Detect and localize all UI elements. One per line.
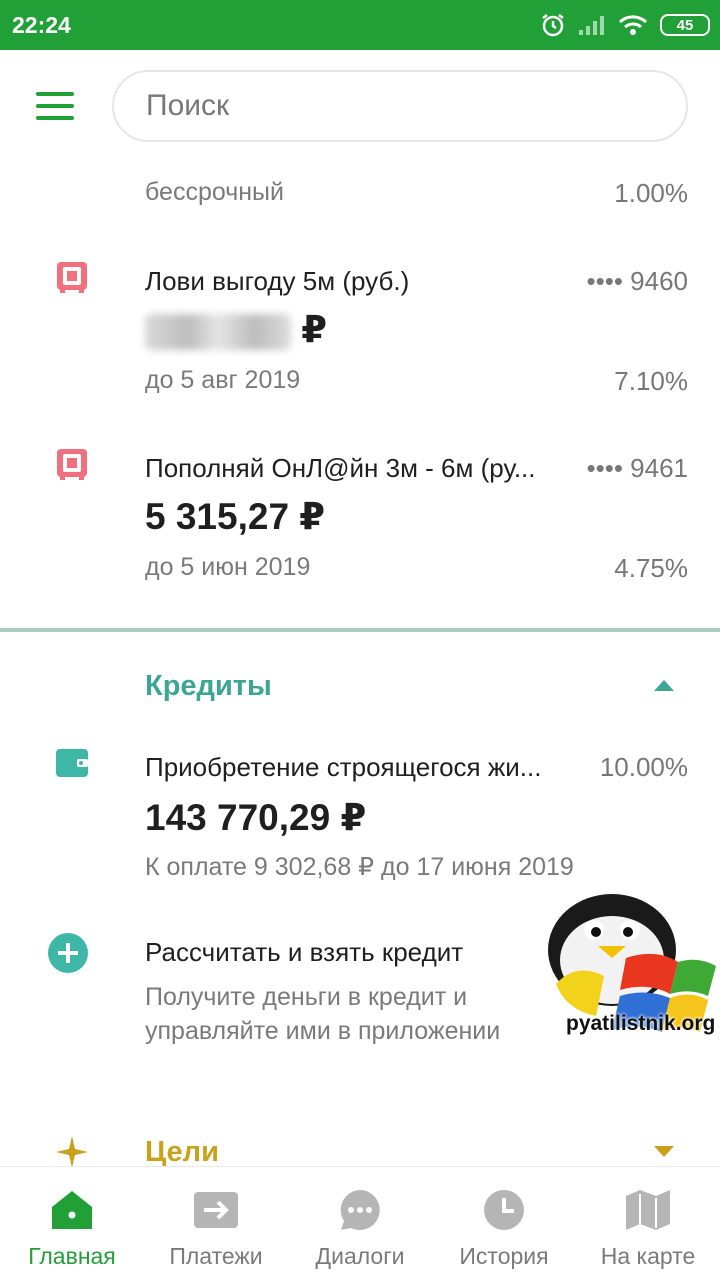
watermark-text: pyatilistnik.org bbox=[566, 1012, 716, 1035]
battery-level: 45 bbox=[676, 16, 694, 34]
deposit-rate: 1.00% bbox=[614, 178, 688, 208]
sparkle-icon bbox=[56, 1136, 88, 1168]
deposit-card-number: •••• 9461 bbox=[586, 453, 688, 483]
deposit-name: Пополняй ОнЛ@йн 3м - 6м (ру... bbox=[145, 453, 536, 483]
credit-name: Приобретение строящегося жи... bbox=[145, 752, 542, 782]
deposit-safe-icon bbox=[57, 449, 87, 480]
deposit-amount: ₽ bbox=[145, 308, 327, 351]
payments-icon bbox=[194, 1192, 238, 1228]
deposit-card-number: •••• 9460 bbox=[586, 266, 688, 296]
menu-button[interactable] bbox=[36, 92, 76, 122]
alarm-icon bbox=[542, 14, 564, 37]
bottom-nav: Главная Платежи Диалоги История На карте bbox=[0, 1166, 720, 1280]
home-icon bbox=[52, 1191, 92, 1229]
deposit-row[interactable]: Лови выгоду 5м (руб.) •••• 9460 ₽ до 5 а… bbox=[0, 250, 720, 410]
search-placeholder: Поиск bbox=[146, 89, 230, 122]
expand-caret-icon[interactable] bbox=[654, 1146, 674, 1157]
tab-dialogs[interactable]: Диалоги bbox=[288, 1167, 432, 1280]
signal-icon bbox=[579, 16, 604, 35]
deposit-rate: 4.75% bbox=[614, 553, 688, 583]
deposit-term: до 5 авг 2019 bbox=[145, 366, 301, 394]
currency-sign: ₽ bbox=[301, 309, 328, 350]
tab-map[interactable]: На карте bbox=[576, 1167, 720, 1280]
blurred-amount bbox=[145, 314, 291, 351]
map-icon bbox=[626, 1190, 670, 1230]
section-divider bbox=[0, 628, 720, 632]
credit-payment-info: К оплате 9 302,68 ₽ до 17 июня 2019 bbox=[145, 853, 574, 881]
status-time: 22:24 bbox=[12, 12, 71, 38]
offer-line-1: Получите деньги в кредит и bbox=[145, 983, 468, 1011]
tab-label: На карте bbox=[600, 1243, 696, 1269]
history-icon bbox=[484, 1190, 524, 1230]
collapse-caret-icon[interactable] bbox=[654, 680, 674, 691]
search-input[interactable]: Поиск bbox=[112, 70, 688, 142]
tab-label: История bbox=[459, 1243, 549, 1269]
tab-history[interactable]: История bbox=[432, 1167, 576, 1280]
credit-rate: 10.00% bbox=[599, 752, 688, 782]
deposit-amount: 5 315,27 ₽ bbox=[145, 496, 326, 537]
tab-label: Диалоги bbox=[315, 1243, 405, 1269]
goals-title: Цели bbox=[145, 1136, 219, 1168]
battery-indicator: 45 bbox=[660, 14, 710, 36]
deposit-row[interactable]: Пополняй ОнЛ@йн 3м - 6м (ру... •••• 9461… bbox=[0, 437, 720, 597]
offer-title: Рассчитать и взять кредит bbox=[145, 937, 464, 967]
deposit-term: до 5 июн 2019 bbox=[145, 553, 311, 581]
offer-line-2: управляйте ими в приложении bbox=[145, 1017, 501, 1045]
deposit-safe-icon bbox=[57, 262, 87, 293]
deposit-rate: 7.10% bbox=[614, 366, 688, 396]
deposit-name: Лови выгоду 5м (руб.) bbox=[145, 266, 410, 296]
deposit-term: бессрочный bbox=[145, 178, 284, 206]
watermark-logo: pyatilistnik.org bbox=[538, 888, 720, 1060]
deposit-row[interactable]: бессрочный 1.00% bbox=[0, 160, 720, 220]
tab-label: Главная bbox=[28, 1243, 116, 1269]
tab-label: Платежи bbox=[169, 1243, 263, 1269]
credit-row[interactable]: Приобретение строящегося жи... 10.00% 14… bbox=[0, 740, 720, 890]
tab-home[interactable]: Главная bbox=[0, 1167, 144, 1280]
tab-payments[interactable]: Платежи bbox=[144, 1167, 288, 1280]
dialogs-icon bbox=[340, 1190, 380, 1230]
credit-amount: 143 770,29 ₽ bbox=[145, 797, 367, 838]
top-bar: Поиск bbox=[0, 50, 720, 162]
wifi-icon bbox=[618, 15, 648, 35]
credits-section-header[interactable]: Кредиты bbox=[0, 660, 720, 720]
status-icons: 45 bbox=[540, 10, 710, 40]
add-circle-icon bbox=[48, 933, 88, 973]
credits-title: Кредиты bbox=[145, 670, 272, 702]
wallet-icon bbox=[56, 749, 88, 777]
status-bar: 22:24 45 bbox=[0, 0, 720, 50]
